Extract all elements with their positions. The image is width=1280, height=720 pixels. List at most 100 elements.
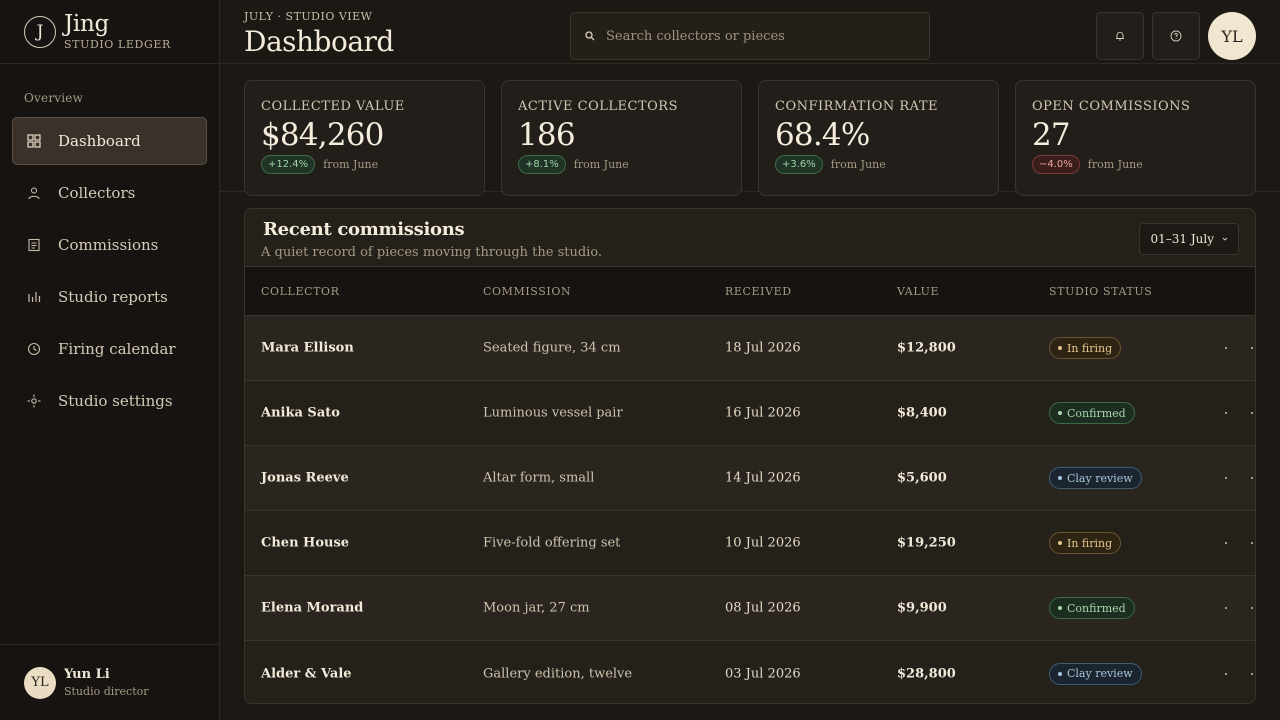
help-icon bbox=[1170, 30, 1182, 42]
received-cell: 14 Jul 2026 bbox=[725, 470, 801, 486]
stat-label: CONFIRMATION RATE bbox=[775, 99, 939, 114]
status-badge: Confirmed bbox=[1049, 402, 1135, 424]
recent-commissions-card: Recent commissions A quiet record of pie… bbox=[244, 208, 1256, 704]
collector-cell: Alder & Vale bbox=[261, 666, 352, 681]
sidebar-item-label: Commissions bbox=[58, 236, 159, 254]
chevron-down-icon bbox=[1222, 237, 1228, 241]
user-name: Yun Li bbox=[64, 667, 110, 682]
grid-icon bbox=[27, 134, 41, 148]
date-range-value: 01–31 July bbox=[1150, 232, 1214, 246]
delta-badge: −4.0% bbox=[1032, 155, 1080, 174]
sidebar-item-collectors[interactable]: Collectors bbox=[12, 169, 207, 217]
value-cell: $5,600 bbox=[897, 470, 947, 486]
table-row[interactable]: Anika Sato Luminous vessel pair 16 Jul 2… bbox=[245, 381, 1255, 446]
commission-cell: Seated figure, 34 cm bbox=[483, 340, 621, 356]
top-header: JULY · STUDIO VIEW Dashboard YL bbox=[220, 0, 1280, 64]
status-badge: Clay review bbox=[1049, 662, 1142, 685]
help-button[interactable] bbox=[1152, 12, 1200, 60]
brand[interactable]: J Jing STUDIO LEDGER bbox=[0, 0, 219, 64]
value-cell: $12,800 bbox=[897, 340, 956, 356]
commission-cell: Five-fold offering set bbox=[483, 535, 621, 551]
collector-cell: Mara Ellison bbox=[261, 340, 354, 356]
avatar[interactable]: YL bbox=[1208, 12, 1256, 60]
brand-name: Jing bbox=[64, 11, 109, 37]
person-icon bbox=[27, 186, 41, 200]
sidebar-item-dashboard[interactable]: Dashboard bbox=[12, 117, 207, 165]
status-badge: In firing bbox=[1049, 337, 1122, 359]
stat-value: 68.4% bbox=[775, 117, 870, 153]
commission-cell: Moon jar, 27 cm bbox=[483, 600, 590, 616]
commission-cell: Gallery edition, twelve bbox=[483, 666, 633, 681]
stat-card-active-collectors: ACTIVE COLLECTORS 186 +8.1% from June bbox=[501, 80, 742, 196]
value-cell: $8,400 bbox=[897, 405, 947, 421]
row-actions-button[interactable] bbox=[1225, 470, 1253, 486]
page-title: Dashboard bbox=[244, 25, 394, 58]
stat-value: 186 bbox=[518, 117, 576, 153]
column-header-collector[interactable]: COLLECTOR bbox=[261, 285, 340, 298]
card-title: Recent commissions bbox=[263, 219, 465, 240]
row-actions-button[interactable] bbox=[1225, 666, 1253, 682]
page-eyebrow: JULY · STUDIO VIEW bbox=[244, 10, 373, 23]
row-actions-button[interactable] bbox=[1225, 535, 1253, 551]
search-box[interactable] bbox=[570, 12, 930, 60]
table-body: Mara Ellison Seated figure, 34 cm 18 Jul… bbox=[245, 316, 1255, 703]
stat-card-open-commissions: OPEN COMMISSIONS 27 −4.0% from June bbox=[1015, 80, 1256, 196]
received-cell: 03 Jul 2026 bbox=[725, 666, 801, 681]
stat-card-confirmation-rate: CONFIRMATION RATE 68.4% +3.6% from June bbox=[758, 80, 999, 196]
sidebar-item-label: Firing calendar bbox=[58, 340, 176, 358]
column-header-status[interactable]: STUDIO STATUS bbox=[1049, 285, 1152, 298]
stat-period: from June bbox=[573, 158, 629, 171]
stat-label: ACTIVE COLLECTORS bbox=[518, 99, 678, 114]
received-cell: 10 Jul 2026 bbox=[725, 535, 801, 551]
stat-period: from June bbox=[1087, 158, 1143, 171]
column-header-commission[interactable]: COMMISSION bbox=[483, 285, 571, 298]
value-cell: $19,250 bbox=[897, 535, 956, 551]
bar-chart-icon bbox=[27, 290, 41, 304]
user-card[interactable]: YL Yun Li Studio director bbox=[0, 644, 219, 720]
bell-icon bbox=[1116, 31, 1124, 41]
clock-icon bbox=[27, 342, 41, 356]
nav-section-label: Overview bbox=[24, 91, 84, 105]
search-input[interactable] bbox=[606, 28, 906, 44]
table-row[interactable]: Chen House Five-fold offering set 10 Jul… bbox=[245, 511, 1255, 576]
status-badge: In firing bbox=[1049, 532, 1122, 554]
document-icon bbox=[27, 238, 41, 252]
user-role: Studio director bbox=[64, 685, 149, 698]
received-cell: 18 Jul 2026 bbox=[725, 340, 801, 356]
stat-label: OPEN COMMISSIONS bbox=[1032, 99, 1191, 114]
sidebar-item-commissions[interactable]: Commissions bbox=[12, 221, 207, 269]
collector-cell: Elena Morand bbox=[261, 600, 364, 616]
row-actions-button[interactable] bbox=[1225, 340, 1253, 356]
sidebar-item-studio-reports[interactable]: Studio reports bbox=[12, 273, 207, 321]
table-row[interactable]: Alder & Vale Gallery edition, twelve 03 … bbox=[245, 641, 1255, 703]
sidebar-nav: Dashboard Collectors Commissions Studio … bbox=[12, 117, 207, 429]
row-actions-button[interactable] bbox=[1225, 600, 1253, 616]
commission-cell: Luminous vessel pair bbox=[483, 405, 623, 421]
value-cell: $9,900 bbox=[897, 600, 947, 616]
stat-value: $84,260 bbox=[261, 117, 384, 153]
received-cell: 08 Jul 2026 bbox=[725, 600, 801, 616]
table-row[interactable]: Elena Morand Moon jar, 27 cm 08 Jul 2026… bbox=[245, 576, 1255, 641]
sidebar-item-studio-settings[interactable]: Studio settings bbox=[12, 377, 207, 425]
notifications-button[interactable] bbox=[1096, 12, 1144, 60]
stat-period: from June bbox=[830, 158, 886, 171]
sidebar-item-label: Dashboard bbox=[58, 132, 141, 150]
column-header-value[interactable]: VALUE bbox=[897, 285, 939, 298]
gear-icon bbox=[27, 394, 41, 408]
column-header-received[interactable]: RECEIVED bbox=[725, 285, 792, 298]
search-icon bbox=[585, 31, 595, 41]
received-cell: 16 Jul 2026 bbox=[725, 405, 801, 421]
date-range-select[interactable]: 01–31 July bbox=[1139, 223, 1239, 255]
sidebar-item-firing-calendar[interactable]: Firing calendar bbox=[12, 325, 207, 373]
status-badge: Confirmed bbox=[1049, 597, 1135, 619]
sidebar-item-label: Collectors bbox=[58, 184, 136, 202]
collector-cell: Chen House bbox=[261, 535, 350, 551]
brand-logo: J bbox=[24, 15, 56, 48]
commission-cell: Altar form, small bbox=[483, 470, 595, 486]
table-row[interactable]: Jonas Reeve Altar form, small 14 Jul 202… bbox=[245, 446, 1255, 511]
delta-badge: +3.6% bbox=[775, 155, 823, 174]
row-actions-button[interactable] bbox=[1225, 405, 1253, 421]
stat-card-collected-value: COLLECTED VALUE $84,260 +12.4% from June bbox=[244, 80, 485, 196]
card-subtitle: A quiet record of pieces moving through … bbox=[261, 245, 603, 260]
table-row[interactable]: Mara Ellison Seated figure, 34 cm 18 Jul… bbox=[245, 316, 1255, 381]
